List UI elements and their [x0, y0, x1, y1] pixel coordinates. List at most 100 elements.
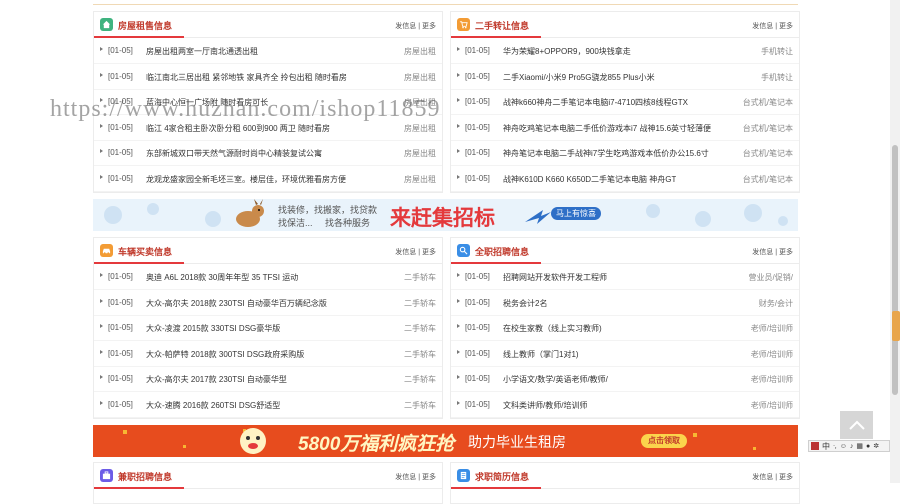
list-item[interactable]: [01-05] 线上教师（掌门1对1) 老师/培训师	[451, 341, 799, 367]
more-link[interactable]: 更多	[422, 23, 436, 30]
list-item[interactable]: [01-05] 龙观龙盛家园全新毛坯三室。楼层佳，环境优雅看房方便 房屋出租	[94, 166, 442, 192]
list-item[interactable]: [01-05] 大众-帕萨特 2018款 300TSI DSG政府采购版 二手轿车	[94, 341, 442, 367]
post-link[interactable]: 发信息	[395, 474, 416, 481]
item-title-link[interactable]: 龙观龙盛家园全新毛坯三室。楼层佳，环境优雅看房方便	[146, 174, 346, 185]
item-category-link[interactable]: 二手轿车	[404, 400, 436, 411]
item-category-link[interactable]: 二手轿车	[404, 349, 436, 360]
more-link[interactable]: 更多	[779, 23, 793, 30]
banner-ganji-bid[interactable]: 找装修，找搬家，找贷款 找保洁... 找各种服务 来赶集招标 马上有惊喜	[93, 199, 798, 231]
banner-rent-welfare[interactable]: 5800万福利疯狂抢 助力毕业生租房 点击领取	[93, 425, 798, 457]
item-category-link[interactable]: 台式机/笔记本	[743, 174, 793, 185]
item-title-link[interactable]: 大众-高尔夫 2018款 230TSI 自动豪华百万辆纪念版	[146, 298, 327, 309]
list-item[interactable]: [01-05] 文科类讲师/教师/培训师 老师/培训师	[451, 392, 799, 418]
watermark-text: https://www.huzhan.com/ishop11859	[50, 96, 441, 122]
back-to-top-button[interactable]	[840, 411, 873, 439]
item-title-link[interactable]: 在校生家教（线上实习教师)	[503, 323, 602, 334]
item-title-link[interactable]: 临江南北三居出租 紧邻地铁 家具齐全 拎包出租 随时看房	[146, 72, 347, 83]
item-category-link[interactable]: 二手轿车	[404, 323, 436, 334]
list-item[interactable]: [01-05] 招聘网站开发软件开发工程师 营业员/促销/	[451, 264, 799, 290]
more-link[interactable]: 更多	[422, 474, 436, 481]
bullet-arrow-icon	[100, 298, 103, 303]
donkey-mascot-icon	[236, 199, 264, 227]
item-category-link[interactable]: 营业员/促销/	[749, 272, 793, 283]
list-item[interactable]: [01-05] 战神K610D K660 K650D二手笔记本电脑 神舟GT 台式机…	[451, 166, 799, 192]
item-title-link[interactable]: 大众-速腾 2016款 260TSI DSG舒适型	[146, 400, 280, 411]
list-item[interactable]: [01-05] 奥迪 A6L 2018款 30周年年型 35 TFSI 运动 二手轿…	[94, 264, 442, 290]
item-category-link[interactable]: 手机转让	[761, 72, 793, 83]
ime-keyboard-icon[interactable]: ▦	[856, 442, 863, 450]
ime-settings-icon[interactable]: ✲	[873, 442, 879, 450]
post-link[interactable]: 发信息	[395, 23, 416, 30]
post-link[interactable]: 发信息	[752, 249, 773, 256]
item-category-link[interactable]: 二手轿车	[404, 272, 436, 283]
item-category-link[interactable]: 二手轿车	[404, 374, 436, 385]
ime-user-icon[interactable]: ●	[866, 443, 870, 450]
list-item[interactable]: [01-05] 二手Xiaomi/小米9 Pro5G骁龙855 Plus小米 手机转…	[451, 64, 799, 90]
list-item[interactable]: [01-05] 神舟吃鸡笔记本电脑二手低价游戏本i7 战神15.6英寸轻薄便 台式机…	[451, 115, 799, 141]
item-title-link[interactable]: 神舟笔记本电脑二手战神i7学生吃鸡游戏本低价办公15.6寸	[503, 148, 709, 159]
list-item[interactable]: [01-05] 税务会计2名 财务/会计	[451, 290, 799, 316]
item-title-link[interactable]: 文科类讲师/教师/培训师	[503, 400, 587, 411]
list-item[interactable]: [01-05] 神舟笔记本电脑二手战神i7学生吃鸡游戏本低价办公15.6寸 台式机/…	[451, 140, 799, 166]
panel-header: 车辆买卖信息 发信息 | 更多	[94, 238, 442, 264]
item-title-link[interactable]: 房屋出租两室一厅南北通透出租	[146, 46, 258, 57]
item-category-link[interactable]: 房屋出租	[404, 72, 436, 83]
item-category-link[interactable]: 二手轿车	[404, 298, 436, 309]
item-category-link[interactable]: 老师/培训师	[751, 374, 793, 385]
item-category-link[interactable]: 房屋出租	[404, 148, 436, 159]
more-link[interactable]: 更多	[422, 249, 436, 256]
item-category-link[interactable]: 房屋出租	[404, 46, 436, 57]
item-category-link[interactable]: 老师/培训师	[751, 349, 793, 360]
scrollbar-thumb[interactable]	[892, 145, 898, 395]
item-title-link[interactable]: 临江 4家合租主卧次卧分租 600到900 两卫 随时看房	[146, 123, 330, 134]
item-title-link[interactable]: 战神K610D K660 K650D二手笔记本电脑 神舟GT	[503, 174, 676, 185]
list-item[interactable]: [01-05] 临江南北三居出租 紧邻地铁 家具齐全 拎包出租 随时看房 房屋出租	[94, 64, 442, 90]
item-title-link[interactable]: 大众-凌渡 2015款 330TSI DSG豪华版	[146, 323, 280, 334]
ime-mic-icon[interactable]: ♪	[850, 443, 854, 450]
item-title-link[interactable]: 战神k660神舟二手笔记本电脑i7-4710四核8线程GTX	[503, 97, 688, 108]
item-title-link[interactable]: 税务会计2名	[503, 298, 547, 309]
list-item[interactable]: [01-05] 大众-速腾 2016款 260TSI DSG舒适型 二手轿车	[94, 392, 442, 418]
item-category-link[interactable]: 台式机/笔记本	[743, 123, 793, 134]
more-link[interactable]: 更多	[779, 249, 793, 256]
list-item[interactable]: [01-05] 战神k660神舟二手笔记本电脑i7-4710四核8线程GTX 台式机…	[451, 89, 799, 115]
item-title-link[interactable]: 奥迪 A6L 2018款 30周年年型 35 TFSI 运动	[146, 272, 298, 283]
item-title-link[interactable]: 大众-帕萨特 2018款 300TSI DSG政府采购版	[146, 349, 304, 360]
item-category-link[interactable]: 手机转让	[761, 46, 793, 57]
item-title-link[interactable]: 线上教师（掌门1对1)	[503, 349, 579, 360]
list-item[interactable]: [01-05] 在校生家教（线上实习教师) 老师/培训师	[451, 315, 799, 341]
claim-button[interactable]: 点击领取	[641, 434, 687, 448]
panel-header: 全职招聘信息 发信息 | 更多	[451, 238, 799, 264]
item-title-link[interactable]: 大众-高尔夫 2017款 230TSI 自动豪华型	[146, 374, 287, 385]
item-title-link[interactable]: 二手Xiaomi/小米9 Pro5G骁龙855 Plus小米	[503, 72, 655, 83]
item-title-link[interactable]: 华为荣耀8+OPPOR9，900块钱拿走	[503, 46, 631, 57]
item-category-link[interactable]: 财务/会计	[759, 298, 793, 309]
list-item[interactable]: [01-05] 大众-高尔夫 2017款 230TSI 自动豪华型 二手轿车	[94, 366, 442, 392]
side-float-handle[interactable]	[892, 311, 900, 341]
list-item[interactable]: [01-05] 东部新城双口带天然气源耐时尚中心精装复试公寓 房屋出租	[94, 140, 442, 166]
item-category-link[interactable]: 房屋出租	[404, 174, 436, 185]
ime-toolbar[interactable]: 中 ᐧ, ☺ ♪ ▦ ● ✲	[808, 440, 890, 452]
list-item[interactable]: [01-05] 大众-高尔夫 2018款 230TSI 自动豪华百万辆纪念版 二手轿…	[94, 290, 442, 316]
item-title-link[interactable]: 招聘网站开发软件开发工程师	[503, 272, 607, 283]
list-item[interactable]: [01-05] 小学语文/数学/英语老师/教师/老师/培训师	[451, 366, 799, 392]
post-link[interactable]: 发信息	[395, 249, 416, 256]
item-category-link[interactable]: 老师/培训师	[751, 400, 793, 411]
more-link[interactable]: 更多	[779, 474, 793, 481]
ime-mode-label[interactable]: 中	[822, 441, 830, 452]
post-link[interactable]: 发信息	[752, 474, 773, 481]
item-title-link[interactable]: 神舟吃鸡笔记本电脑二手低价游戏本i7 战神15.6英寸轻薄便	[503, 123, 711, 134]
item-category-link[interactable]: 房屋出租	[404, 123, 436, 134]
item-title-link[interactable]: 小学语文/数学/英语老师/教师/	[503, 374, 608, 385]
list-item[interactable]: [01-05] 华为荣耀8+OPPOR9，900块钱拿走 手机转让	[451, 38, 799, 64]
list-item[interactable]: [01-05] 房屋出租两室一厅南北通透出租 房屋出租	[94, 38, 442, 64]
ime-emoji-icon[interactable]: ☺	[840, 443, 847, 450]
item-category-link[interactable]: 台式机/笔记本	[743, 148, 793, 159]
post-link[interactable]: 发信息	[752, 23, 773, 30]
item-title-link[interactable]: 东部新城双口带天然气源耐时尚中心精装复试公寓	[146, 148, 322, 159]
list-item[interactable]: [01-05] 大众-凌渡 2015款 330TSI DSG豪华版 二手轿车	[94, 315, 442, 341]
ime-punct-icon[interactable]: ᐧ,	[833, 442, 837, 450]
panel-car: 车辆买卖信息 发信息 | 更多 [01-05] 奥迪 A6L 2018款 30周年…	[93, 237, 443, 419]
item-category-link[interactable]: 老师/培训师	[751, 323, 793, 334]
item-category-link[interactable]: 台式机/笔记本	[743, 97, 793, 108]
